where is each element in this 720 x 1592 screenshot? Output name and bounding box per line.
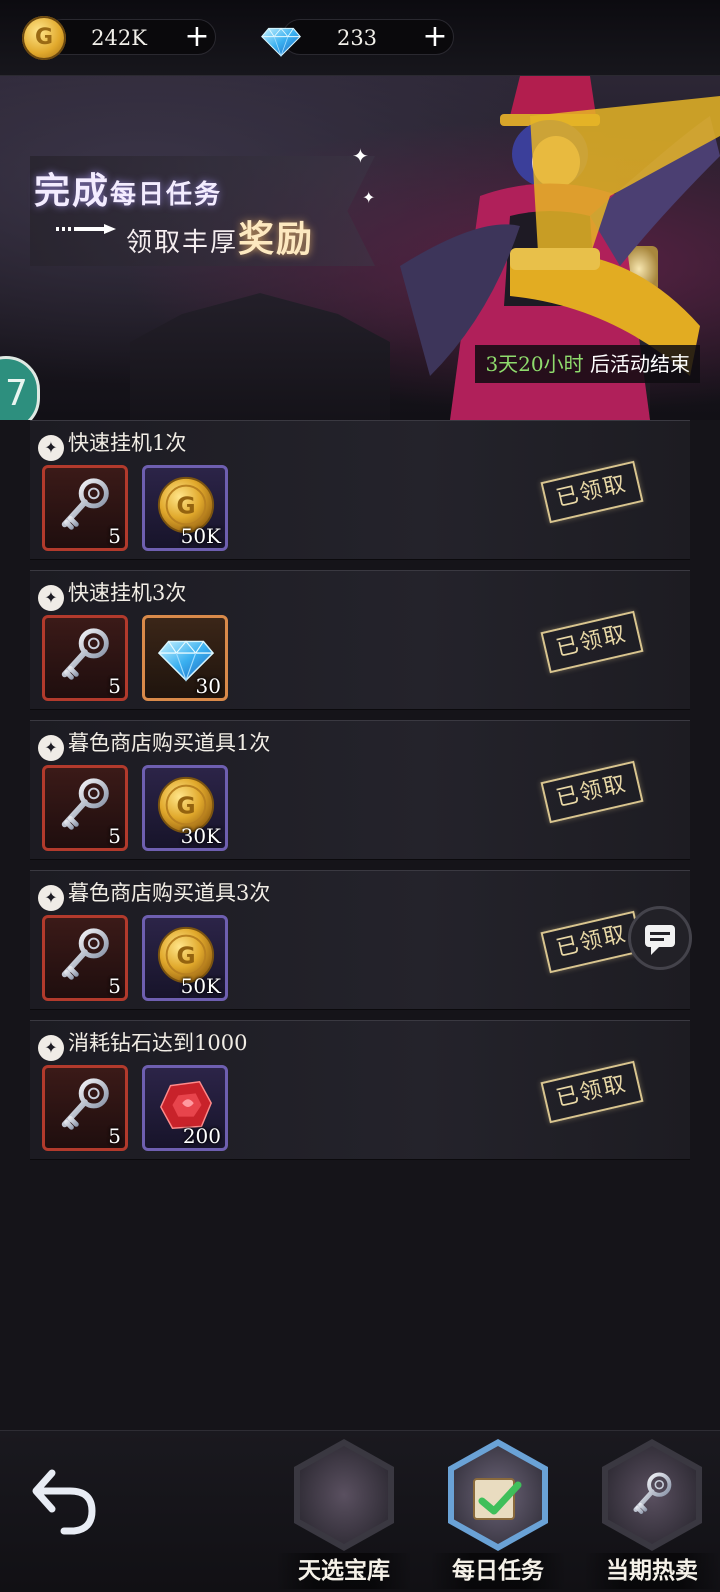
gold-coin-icon	[22, 16, 66, 60]
reward-slot[interactable]: 50K	[142, 465, 228, 551]
reward-quantity: 5	[108, 824, 121, 848]
reward-slot[interactable]: 30K	[142, 765, 228, 851]
reward-slot[interactable]: 5	[42, 915, 128, 1001]
currency-bar: 242K + 233 +	[0, 0, 720, 76]
claimed-stamp: 已领取	[540, 760, 644, 824]
banner-title-big-1: 完成	[34, 170, 111, 212]
reward-slot[interactable]: 50K	[142, 915, 228, 1001]
reward-slot[interactable]: 5	[42, 1065, 128, 1151]
reward-quantity: 30K	[180, 824, 221, 848]
gold-amount: 242K	[91, 26, 147, 50]
event-banner: 完成每日任务 领取丰厚奖励 ✦ ✦ 7 3天20小时 后活动结束	[0, 76, 720, 420]
claimed-stamp: 已领取	[540, 1060, 644, 1124]
countdown-time: 3天20小时	[485, 352, 584, 376]
task-row: ✦ 消耗钻石达到1000 5 200 已领取	[30, 1020, 690, 1160]
reward-quantity: 5	[108, 524, 121, 548]
add-gem-button[interactable]: +	[417, 20, 453, 56]
reward-quantity: 5	[108, 974, 121, 998]
bottom-nav: 天选宝库 每日任务 当期热卖	[0, 1430, 720, 1592]
sparkle-star-icon: ✦	[38, 435, 64, 461]
sparkle-star-icon: ✦	[38, 735, 64, 761]
task-title: ✦ 暮色商店购买道具3次	[38, 877, 270, 911]
sparkle-star-icon: ✦	[38, 1035, 64, 1061]
sparkle-icon: ✦	[362, 188, 376, 207]
chat-button[interactable]	[628, 906, 692, 970]
side-badge-label: 7	[5, 373, 28, 414]
nav-tab-label: 当期热卖	[584, 1553, 720, 1589]
key-icon	[628, 1469, 678, 1519]
sparkle-star-icon: ✦	[38, 885, 64, 911]
reward-slot[interactable]: 30	[142, 615, 228, 701]
diamond-icon	[258, 16, 304, 60]
nav-tab-daily-tasks[interactable]: 每日任务	[430, 1439, 566, 1589]
task-title: ✦ 暮色商店购买道具1次	[38, 727, 270, 761]
reward-slot[interactable]: 5	[42, 765, 128, 851]
claimed-stamp: 已领取	[540, 460, 644, 524]
reward-quantity: 200	[182, 1124, 221, 1148]
reward-slot[interactable]: 5	[42, 465, 128, 551]
event-countdown: 3天20小时 后活动结束	[475, 345, 700, 383]
task-row: ✦ 暮色商店购买道具3次 5 50K 已领取	[30, 870, 690, 1010]
chat-bubble-icon	[645, 925, 675, 955]
banner-title-line-2: 领取丰厚奖励	[126, 210, 314, 262]
task-title: ✦ 快速挂机1次	[38, 427, 186, 461]
task-row: ✦ 快速挂机1次 5 50K 已领取	[30, 420, 690, 560]
claimed-stamp: 已领取	[540, 610, 644, 674]
back-arrow-icon[interactable]	[30, 1459, 100, 1539]
banner-title-big-2: 奖励	[238, 218, 315, 260]
reward-quantity: 50K	[180, 524, 221, 548]
banner-title-line-1: 完成每日任务	[34, 162, 222, 214]
sparkle-icon: ✦	[352, 144, 369, 168]
task-row: ✦ 暮色商店购买道具1次 5 30K 已领取	[30, 720, 690, 860]
add-gold-button[interactable]: +	[179, 20, 215, 56]
gold-pill: 242K +	[44, 19, 216, 55]
nav-tab-label: 天选宝库	[276, 1553, 412, 1589]
checkmark-icon	[473, 1478, 522, 1520]
banner-title-small-2: 领取丰厚	[126, 228, 239, 258]
nav-tab-hot-sale[interactable]: 当期热卖	[584, 1439, 720, 1589]
reward-quantity: 30	[195, 674, 221, 698]
task-title: ✦ 快速挂机3次	[38, 577, 186, 611]
task-row: ✦ 快速挂机3次 5 30 已领取	[30, 570, 690, 710]
sparkle-star-icon: ✦	[38, 585, 64, 611]
task-title: ✦ 消耗钻石达到1000	[38, 1027, 247, 1061]
gem-amount: 233	[336, 26, 378, 50]
nav-tab-treasury[interactable]: 天选宝库	[276, 1439, 412, 1589]
reward-slot[interactable]: 200	[142, 1065, 228, 1151]
nav-tab-label: 每日任务	[430, 1553, 566, 1589]
reward-quantity: 5	[108, 1124, 121, 1148]
reward-quantity: 5	[108, 674, 121, 698]
banner-building-art	[130, 293, 390, 420]
reward-slot[interactable]: 5	[42, 615, 128, 701]
arrow-right-icon	[56, 224, 116, 234]
banner-title-small-1: 每日任务	[110, 180, 223, 210]
side-event-badge[interactable]: 7	[0, 356, 40, 420]
countdown-suffix: 后活动结束	[583, 352, 690, 376]
gem-pill: 233 +	[282, 19, 454, 55]
reward-quantity: 50K	[180, 974, 221, 998]
